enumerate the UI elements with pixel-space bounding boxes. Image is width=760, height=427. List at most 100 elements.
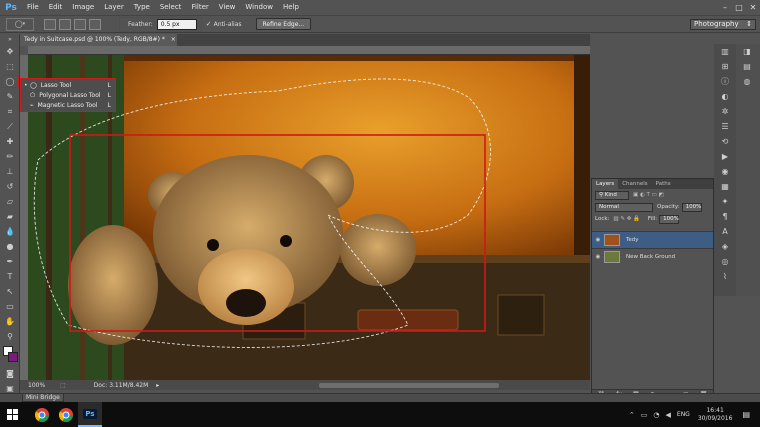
flyout-lasso-tool[interactable]: • ◯ Lasso Tool L <box>21 80 115 90</box>
intersect-selection-button[interactable] <box>89 18 101 30</box>
feather-input[interactable]: 0.5 px <box>156 18 197 30</box>
panel-icon[interactable]: ▤ <box>736 59 758 74</box>
tray-chevron-icon[interactable]: ⌃ <box>629 411 635 419</box>
status-menu-arrow[interactable]: ▸ <box>156 382 159 389</box>
eye-icon[interactable]: ◉ <box>592 254 604 260</box>
blend-mode-select[interactable]: Normal <box>595 202 653 212</box>
lasso-tool-icon[interactable]: ◯ <box>0 74 20 89</box>
layer-new-back-ground[interactable]: ◉ New Back Ground <box>592 248 713 265</box>
add-selection-button[interactable] <box>59 18 71 30</box>
antialias-checkbox[interactable]: ✓ <box>206 20 212 28</box>
tool-preset-picker[interactable]: ◯ ▾ <box>6 17 34 31</box>
color-panel-icon[interactable]: ◉ <box>714 164 736 179</box>
tools-panel: » ✥ ⬚ ◯ ✎ ⌗ ⟋ ✚ ✏ ⊥ ↺ ▱ ▰ 💧 ● ✒ T ↖ ▭ ✋ … <box>0 34 20 400</box>
document-tab[interactable]: Tedy in Suitcase.psd @ 100% (Tedy, RGB/8… <box>20 34 177 46</box>
maximize-button[interactable]: □ <box>732 0 746 15</box>
horizontal-scrollbar[interactable] <box>319 382 500 388</box>
gradient-icon[interactable]: ▰ <box>0 209 20 224</box>
flyout-magnetic-lasso-tool[interactable]: ⌁ Magnetic Lasso Tool L <box>21 100 115 110</box>
menu-file[interactable]: File <box>22 0 44 15</box>
move-tool-icon[interactable]: » <box>0 34 20 44</box>
photoshop-taskbar-icon[interactable]: Ps <box>78 402 102 427</box>
blur-tool-icon[interactable]: 💧 <box>0 224 20 239</box>
menu-image[interactable]: Image <box>67 0 99 15</box>
opacity-input[interactable]: 100% <box>681 202 702 212</box>
marquee-tool-icon[interactable]: ⬚ <box>0 59 20 74</box>
volume-icon[interactable]: ◀ <box>666 411 671 419</box>
menu-filter[interactable]: Filter <box>186 0 213 15</box>
pen-tool-icon[interactable]: ✒ <box>0 254 20 269</box>
new-selection-button[interactable] <box>44 18 56 30</box>
eyedropper-icon[interactable]: ⟋ <box>0 119 20 134</box>
notifications-icon[interactable]: ▤ <box>742 410 750 419</box>
dodge-tool-icon[interactable]: ● <box>0 239 20 254</box>
mini-bridge-tab[interactable]: Mini Bridge <box>22 393 64 402</box>
panel-icon[interactable]: ◍ <box>736 74 758 89</box>
windows-start-icon[interactable] <box>0 402 24 427</box>
menu-layer[interactable]: Layer <box>99 0 129 15</box>
menu-help[interactable]: Help <box>278 0 304 15</box>
menu-view[interactable]: View <box>214 0 241 15</box>
channels-icon[interactable]: ◎ <box>714 254 736 269</box>
actions-icon[interactable]: ▶ <box>714 149 736 164</box>
adjustments-icon[interactable]: ◐ <box>714 89 736 104</box>
brush-panel-icon[interactable]: ✲ <box>714 104 736 119</box>
chrome-icon[interactable] <box>30 402 54 427</box>
tab-close-icon[interactable]: × <box>171 36 176 43</box>
hand-tool-icon[interactable]: ✋ <box>0 314 20 329</box>
paths-icon[interactable]: ⌇ <box>714 269 736 284</box>
fill-input[interactable]: 100% <box>659 214 680 224</box>
zoom-tool-icon[interactable]: ⚲ <box>0 329 20 344</box>
clock[interactable]: 16:41 30/09/2016 <box>698 407 733 423</box>
chrome-icon-2[interactable] <box>54 402 78 427</box>
properties-icon[interactable]: ☰ <box>714 119 736 134</box>
type-tool-icon[interactable]: T <box>0 269 20 284</box>
battery-icon[interactable]: ▭ <box>641 411 648 419</box>
tab-channels[interactable]: Channels <box>618 179 651 189</box>
lock-icons[interactable]: ▨ ✎ ✥ 🔒 <box>613 216 640 222</box>
history-icon[interactable]: ⟲ <box>714 134 736 149</box>
eye-icon[interactable]: ◉ <box>592 237 604 243</box>
swatches-icon[interactable]: ▦ <box>714 179 736 194</box>
minimize-button[interactable]: – <box>718 0 732 15</box>
filter-icons[interactable]: ▣ ◐ T ▭ ◩ <box>633 192 664 198</box>
crop-tool-icon[interactable]: ⌗ <box>0 104 20 119</box>
info-icon[interactable]: ⓘ <box>714 74 736 89</box>
color-swatches[interactable] <box>0 344 20 366</box>
move-tool-icon[interactable]: ✥ <box>0 44 20 59</box>
quick-selection-icon[interactable]: ✎ <box>0 89 20 104</box>
flyout-polygonal-lasso-tool[interactable]: ⬠ Polygonal Lasso Tool L <box>21 90 115 100</box>
zoom-level[interactable]: 100% <box>28 382 52 389</box>
close-button[interactable]: ✕ <box>746 0 760 15</box>
menu-edit[interactable]: Edit <box>44 0 68 15</box>
layers-icon[interactable]: ◈ <box>714 239 736 254</box>
navigator-icon[interactable]: ⊞ <box>714 59 736 74</box>
menu-window[interactable]: Window <box>240 0 278 15</box>
path-selection-icon[interactable]: ↖ <box>0 284 20 299</box>
tab-layers[interactable]: Layers <box>592 179 619 189</box>
language-indicator[interactable]: ENG <box>677 411 690 418</box>
healing-brush-icon[interactable]: ✚ <box>0 134 20 149</box>
subtract-selection-button[interactable] <box>74 18 86 30</box>
refine-edge-button[interactable]: Refine Edge... <box>255 18 312 30</box>
histogram-icon[interactable]: ▥ <box>714 44 736 59</box>
tab-paths[interactable]: Paths <box>652 179 675 189</box>
clone-stamp-icon[interactable]: ⊥ <box>0 164 20 179</box>
background-color[interactable] <box>8 352 18 362</box>
history-brush-icon[interactable]: ↺ <box>0 179 20 194</box>
panel-icon[interactable]: ◨ <box>736 44 758 59</box>
styles-icon[interactable]: ✦ <box>714 194 736 209</box>
shape-tool-icon[interactable]: ▭ <box>0 299 20 314</box>
export-icon[interactable]: ⬚ <box>60 382 66 389</box>
network-icon[interactable]: ◔ <box>653 411 659 419</box>
menu-select[interactable]: Select <box>155 0 187 15</box>
brush-tool-icon[interactable]: ✏ <box>0 149 20 164</box>
eraser-icon[interactable]: ▱ <box>0 194 20 209</box>
layer-tedy[interactable]: ◉ Tedy <box>592 231 713 248</box>
workspace-select[interactable]: Photography ⇕ <box>690 18 756 30</box>
paragraph-icon[interactable]: ¶ <box>714 209 736 224</box>
menu-type[interactable]: Type <box>129 0 155 15</box>
character-icon[interactable]: A <box>714 224 736 239</box>
quick-mask-icon[interactable]: ◙ <box>0 366 20 381</box>
kind-filter-select[interactable]: ⚲ Kind <box>595 190 629 200</box>
